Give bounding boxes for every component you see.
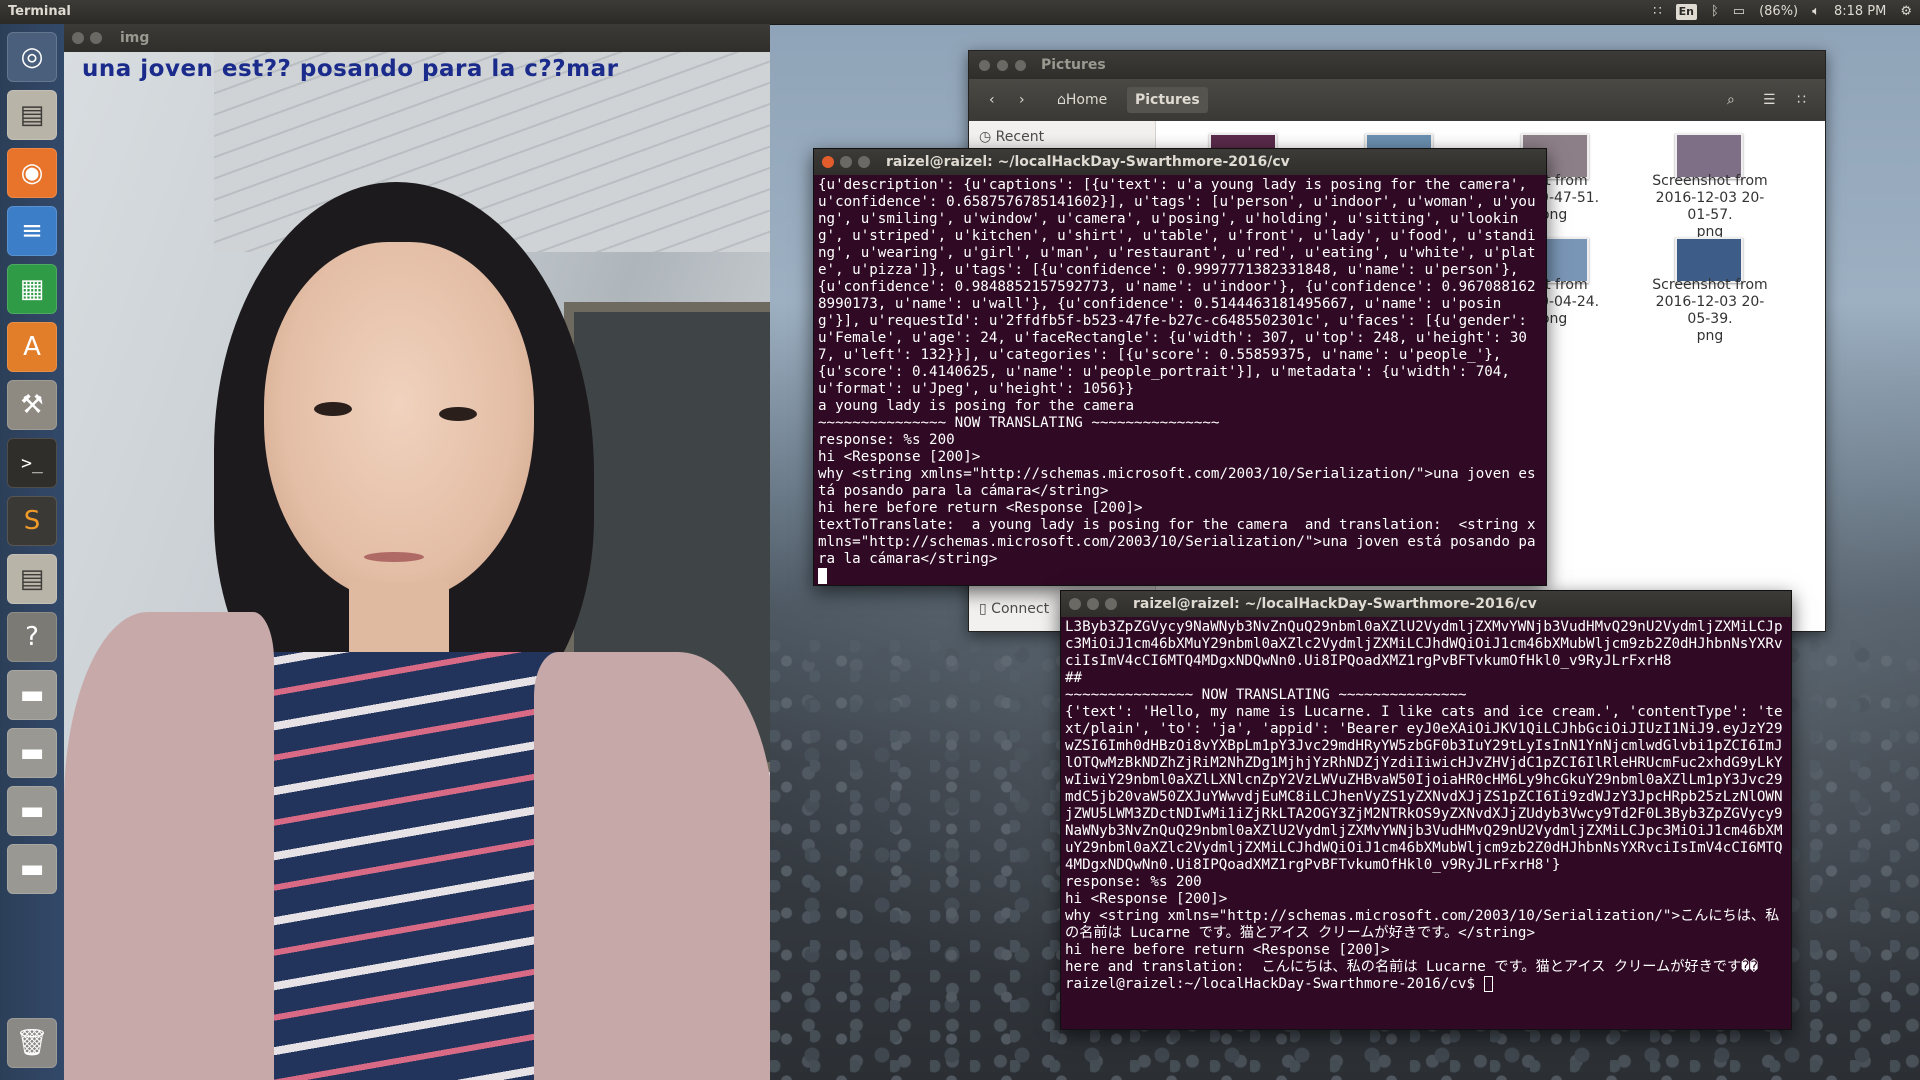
home-icon: ⌂: [1057, 92, 1066, 108]
terminal-window-bottom[interactable]: raizel@raizel: ~/localHackDay-Swarthmore…: [1060, 590, 1792, 1030]
grid-view-icon[interactable]: ∷: [1789, 87, 1814, 113]
indicator-area: ∷ En ᛒ ▭ (86%) 🔈︎ 8:18 PM ⚙: [1653, 0, 1912, 24]
maximize-icon[interactable]: [1105, 598, 1117, 610]
terminal-output[interactable]: L3Byb3ZpZGVycy9NaWNyb3NvZnQuQ29nbml0aXZl…: [1061, 617, 1791, 995]
drive-icon[interactable]: ▬: [7, 786, 57, 836]
software-center-icon[interactable]: A: [7, 322, 57, 372]
close-icon[interactable]: [1069, 598, 1081, 610]
server-icon: ▯: [979, 601, 987, 617]
photo-face: [264, 242, 534, 602]
sidebar-item-recent[interactable]: ◷ Recent: [979, 129, 1044, 145]
breadcrumb-home-label: Home: [1065, 92, 1108, 108]
terminal-title: raizel@raizel: ~/localHackDay-Swarthmore…: [1133, 596, 1537, 612]
firefox-icon[interactable]: ◉: [7, 148, 57, 198]
breadcrumb-pictures[interactable]: Pictures: [1127, 87, 1208, 113]
maximize-icon[interactable]: [1015, 60, 1026, 71]
image-window[interactable]: img una joven est?? posando para la c??m…: [64, 24, 770, 1080]
file-manager-titlebar[interactable]: Pictures: [969, 51, 1825, 79]
file-label[interactable]: Screenshot from 2016-12-03 20-01-57. png: [1645, 173, 1775, 241]
volume-icon[interactable]: 🔈︎: [1812, 0, 1820, 24]
back-icon[interactable]: ‹: [981, 87, 1003, 113]
close-icon[interactable]: [72, 32, 84, 44]
terminal-icon[interactable]: >_: [7, 438, 57, 488]
terminal-window-top[interactable]: raizel@raizel: ~/localHackDay-Swarthmore…: [813, 148, 1547, 586]
files-icon[interactable]: ▤: [7, 90, 57, 140]
calc-icon[interactable]: ▦: [7, 264, 57, 314]
trash-icon[interactable]: 🗑︎: [7, 1018, 57, 1068]
drive-icon[interactable]: ▬: [7, 728, 57, 778]
photo-cardigan: [534, 652, 770, 1080]
terminal-title: raizel@raizel: ~/localHackDay-Swarthmore…: [886, 154, 1290, 170]
maximize-icon[interactable]: [858, 156, 870, 168]
terminal-output-text: {u'description': {u'captions': [{u'text'…: [818, 177, 1536, 567]
terminal-cursor: [818, 568, 827, 584]
top-panel: Terminal ∷ En ᛒ ▭ (86%) 🔈︎ 8:18 PM ⚙: [0, 0, 1920, 25]
webcam-photo: una joven est?? posando para la c??mar: [64, 52, 770, 1080]
file-manager-title: Pictures: [1041, 57, 1106, 73]
launcher: ◎ ▤ ◉ ≡ ▦ A ⚒ >_ S ▤ ? ▬ ▬ ▬ ▬ 🗑︎: [0, 24, 65, 1080]
clock-icon: ◷: [979, 129, 992, 145]
active-app-title: Terminal: [8, 4, 71, 19]
photo-cardigan: [64, 612, 274, 1080]
help-icon[interactable]: ?: [7, 612, 57, 662]
wifi-icon[interactable]: ∷: [1653, 0, 1661, 24]
search-icon[interactable]: ⌕: [1719, 87, 1743, 113]
minimize-icon[interactable]: [997, 60, 1008, 71]
gear-icon[interactable]: ⚙: [1900, 0, 1912, 24]
terminal-titlebar[interactable]: raizel@raizel: ~/localHackDay-Swarthmore…: [814, 149, 1546, 175]
sublime-icon[interactable]: S: [7, 496, 57, 546]
terminal-output-text: L3Byb3ZpZGVycy9NaWNyb3NvZnQuQ29nbml0aXZl…: [1065, 619, 1783, 975]
photo-eye: [439, 407, 477, 421]
clock[interactable]: 8:18 PM: [1834, 0, 1886, 24]
sidebar-item-connect[interactable]: ▯ Connect: [979, 601, 1049, 617]
sidebar-item-label: Connect: [991, 601, 1050, 617]
terminal-cursor: [1483, 976, 1493, 992]
file-label[interactable]: Screenshot from 2016-12-03 20-05-39. png: [1645, 277, 1775, 345]
shell-prompt: raizel@raizel:~/localHackDay-Swarthmore-…: [1065, 976, 1484, 992]
photo-mouth: [364, 552, 424, 562]
forward-icon[interactable]: ›: [1011, 87, 1033, 113]
image-window-title: img: [120, 30, 150, 46]
terminal-output[interactable]: {u'description': {u'captions': [{u'text'…: [814, 175, 1546, 587]
bluetooth-icon[interactable]: ᛒ: [1711, 0, 1719, 24]
minimize-icon[interactable]: [1087, 598, 1099, 610]
file-manager-toolbar: ‹ › ⌂Home Pictures ⌕ ☰ ∷: [969, 79, 1825, 121]
drive-icon[interactable]: ▬: [7, 670, 57, 720]
settings-icon[interactable]: ⚒: [7, 380, 57, 430]
files-icon[interactable]: ▤: [7, 554, 57, 604]
keyboard-layout-indicator[interactable]: En: [1675, 4, 1697, 20]
battery-percent[interactable]: (86%): [1759, 0, 1798, 24]
battery-icon[interactable]: ▭: [1733, 0, 1745, 24]
ubuntu-dash-icon[interactable]: ◎: [7, 32, 57, 82]
translated-caption: una joven est?? posando para la c??mar: [82, 56, 619, 82]
sidebar-item-label: Recent: [995, 129, 1045, 145]
image-window-titlebar[interactable]: img: [64, 24, 770, 52]
minimize-icon[interactable]: [840, 156, 852, 168]
photo-eye: [314, 402, 352, 416]
close-icon[interactable]: [979, 60, 990, 71]
list-view-icon[interactable]: ☰: [1755, 87, 1784, 113]
close-icon[interactable]: [822, 156, 834, 168]
terminal-titlebar[interactable]: raizel@raizel: ~/localHackDay-Swarthmore…: [1061, 591, 1791, 617]
minimize-icon[interactable]: [90, 32, 102, 44]
breadcrumb-home[interactable]: ⌂Home: [1049, 87, 1115, 113]
drive-icon[interactable]: ▬: [7, 844, 57, 894]
writer-icon[interactable]: ≡: [7, 206, 57, 256]
